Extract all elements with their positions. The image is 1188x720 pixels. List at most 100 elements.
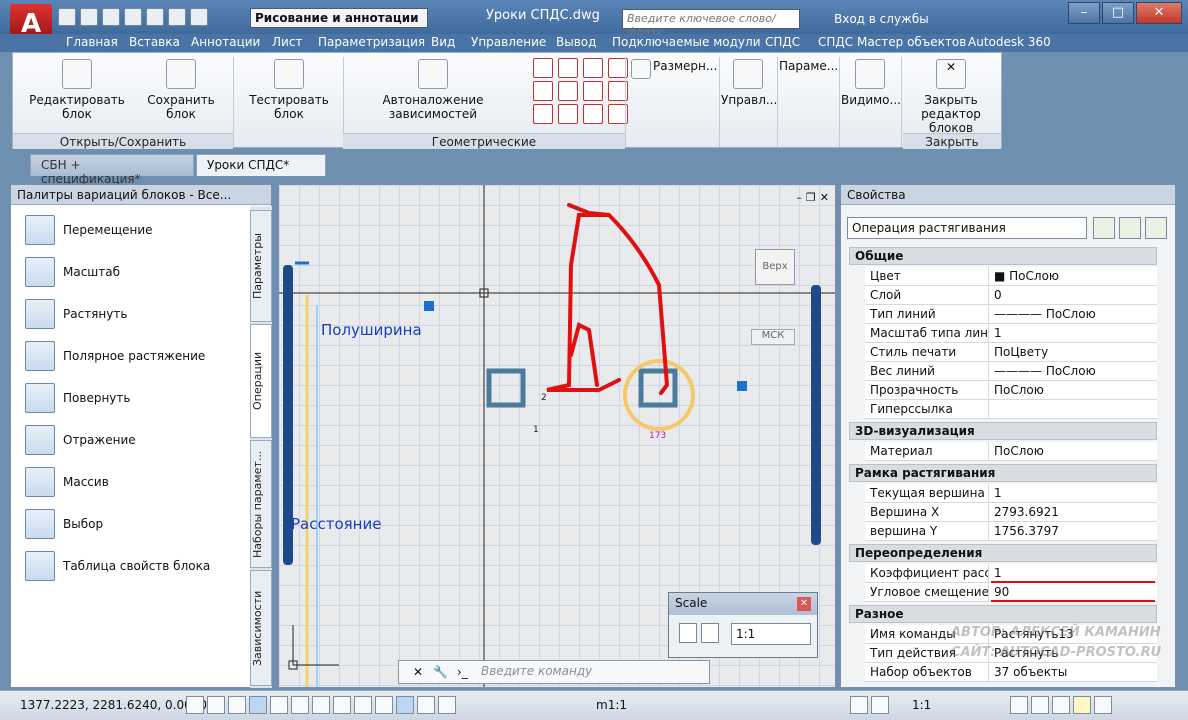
prop-row[interactable]: вершина Y 1756.3797 — [865, 522, 1157, 541]
panel-title-geometric[interactable]: Геометрические — [343, 133, 625, 149]
close-icon[interactable]: ✕ — [413, 665, 423, 679]
tool-block-table[interactable]: Таблица свойств блока — [25, 551, 210, 581]
parallel-icon[interactable] — [533, 81, 553, 101]
gear-icon[interactable] — [1010, 696, 1028, 714]
tool-scale[interactable]: Масштаб — [25, 257, 120, 287]
doc-tab-uroki[interactable]: Уроки СПДС* — [196, 154, 326, 176]
tab-layout[interactable]: Лист — [272, 35, 302, 49]
search-input[interactable]: Введите ключевое слово/фразу — [622, 9, 800, 38]
annotation-scale[interactable]: 1:1 — [912, 698, 931, 712]
doc-tab-sbn[interactable]: СБН + спецификация* — [30, 154, 194, 186]
tool-stretch[interactable]: Растянуть — [25, 299, 127, 329]
section-3d-viz[interactable]: 3D-визуализация — [849, 422, 1157, 440]
side-tab-actions[interactable]: Операции — [250, 324, 272, 438]
show-constraints-button[interactable] — [629, 59, 653, 83]
transparency-icon[interactable] — [396, 696, 414, 714]
command-line[interactable]: ✕ 🔧 ›_ Введите команду — [398, 660, 710, 684]
tab-view[interactable]: Вид — [431, 35, 455, 49]
section-stretch-frame[interactable]: Рамка растягивания — [849, 464, 1157, 482]
visibility-panel-button[interactable]: Видимо... — [841, 59, 901, 107]
model-icon[interactable] — [850, 696, 868, 714]
side-tab-parameters[interactable]: Параметры — [250, 210, 272, 322]
test-block-button[interactable]: Тестировать блок — [239, 59, 339, 121]
tool-rotate[interactable]: Повернуть — [25, 383, 130, 413]
panel-title-open-save[interactable]: Открыть/Сохранить — [13, 133, 233, 149]
dimensional-panel-button[interactable]: Размерн... — [653, 59, 717, 73]
prop-row[interactable]: Набор объектов 37 объекты — [865, 663, 1157, 682]
save-as-icon[interactable] — [124, 8, 142, 26]
prop-row[interactable]: Вершина X 2793.6921 — [865, 503, 1157, 522]
prop-row[interactable]: Стиль печати ПоЦвету — [865, 343, 1157, 362]
ortho-icon[interactable] — [228, 696, 246, 714]
maximize-button[interactable]: □ — [1102, 2, 1134, 24]
prop-row[interactable]: Текущая вершина 1 — [865, 484, 1157, 503]
viewport-restore-icon[interactable]: ❐ — [806, 191, 816, 204]
prop-row[interactable]: Прозрачность ПоСлою — [865, 381, 1157, 400]
prop-row[interactable]: Угловое смещение 90 — [865, 583, 1157, 602]
quick-view-icon[interactable] — [871, 696, 889, 714]
redo-icon[interactable] — [190, 8, 208, 26]
qp-icon[interactable] — [417, 696, 435, 714]
save-block-button[interactable]: Сохранить блок — [135, 59, 227, 121]
lock-icon[interactable] — [1031, 696, 1049, 714]
lightbulb-icon[interactable] — [1073, 696, 1091, 714]
prop-row[interactable]: Коэффициент расст...1 — [865, 564, 1157, 583]
dyn-icon[interactable] — [354, 696, 372, 714]
ucs-menu[interactable]: МСК — [751, 329, 795, 345]
tool-mirror[interactable]: Отражение — [25, 425, 136, 455]
tab-output[interactable]: Вывод — [556, 35, 596, 49]
coincident-icon[interactable] — [533, 58, 553, 78]
wrench-icon[interactable]: 🔧 — [433, 665, 448, 679]
side-tab-parameter-sets[interactable]: Наборы парамет... — [250, 440, 272, 568]
select-objects-icon[interactable] — [1119, 217, 1141, 239]
scale-icon[interactable] — [679, 623, 697, 643]
osnap-icon[interactable] — [270, 696, 288, 714]
prop-row[interactable]: Масштаб типа линий1 — [865, 324, 1157, 343]
hardware-icon[interactable] — [1052, 696, 1070, 714]
prop-row[interactable]: Тип линий ———— ПоСлою — [865, 305, 1157, 324]
ducs-icon[interactable] — [333, 696, 351, 714]
smooth-icon[interactable] — [558, 104, 578, 124]
scale-select[interactable]: 1:1 — [731, 623, 811, 645]
3dosnap-icon[interactable] — [291, 696, 309, 714]
section-overrides[interactable]: Переопределения — [849, 544, 1157, 562]
plot-icon[interactable] — [146, 8, 164, 26]
prop-row[interactable]: Слой 0 — [865, 286, 1157, 305]
manage-panel-button[interactable]: Управл... — [721, 59, 777, 107]
new-icon[interactable] — [58, 8, 76, 26]
selection-dropdown[interactable]: Операция растягивания — [847, 217, 1087, 239]
polar-icon[interactable] — [249, 696, 267, 714]
symmetric-icon[interactable] — [583, 104, 603, 124]
lineweight-icon[interactable] — [375, 696, 393, 714]
viewcube[interactable]: Верх — [755, 249, 795, 285]
prop-row[interactable]: Цвет ■ ПоСлою — [865, 267, 1157, 286]
tab-manage[interactable]: Управление — [471, 35, 546, 49]
minimize-button[interactable]: – — [1068, 2, 1100, 24]
horizontal-icon[interactable] — [583, 81, 603, 101]
otrack-icon[interactable] — [312, 696, 330, 714]
toggle-pickadd-icon[interactable] — [1093, 217, 1115, 239]
tab-insert[interactable]: Вставка — [129, 35, 180, 49]
tool-polar-stretch[interactable]: Полярное растяжение — [25, 341, 205, 371]
clean-screen-icon[interactable] — [1094, 696, 1112, 714]
section-misc[interactable]: Разное — [849, 605, 1157, 623]
close-button[interactable]: ✕ — [1136, 2, 1182, 24]
viewport-minimize-icon[interactable]: – — [796, 191, 802, 204]
prompt-icon[interactable]: ›_ — [457, 665, 468, 679]
side-tab-constraints[interactable]: Зависимости — [250, 570, 272, 686]
edit-block-button[interactable]: Редактировать блок — [19, 59, 135, 121]
tool-move[interactable]: Перемещение — [25, 215, 153, 245]
save-icon[interactable] — [102, 8, 120, 26]
tab-plugins[interactable]: Подключаемые модули — [612, 35, 761, 49]
close-block-editor-button[interactable]: ✕ Закрыть редактор блоков — [903, 59, 999, 135]
tab-spds[interactable]: СПДС — [765, 35, 800, 49]
tab-parametric[interactable]: Параметризация — [318, 35, 425, 49]
sign-in-link[interactable]: Вход в службы — [834, 12, 929, 26]
prop-row[interactable]: Вес линий ———— ПоСлою — [865, 362, 1157, 381]
tangent-icon[interactable] — [533, 104, 553, 124]
tool-array[interactable]: Массив — [25, 467, 109, 497]
tab-home[interactable]: Главная — [66, 35, 118, 49]
open-icon[interactable] — [80, 8, 98, 26]
collinear-icon[interactable] — [558, 58, 578, 78]
perpendicular-icon[interactable] — [558, 81, 578, 101]
